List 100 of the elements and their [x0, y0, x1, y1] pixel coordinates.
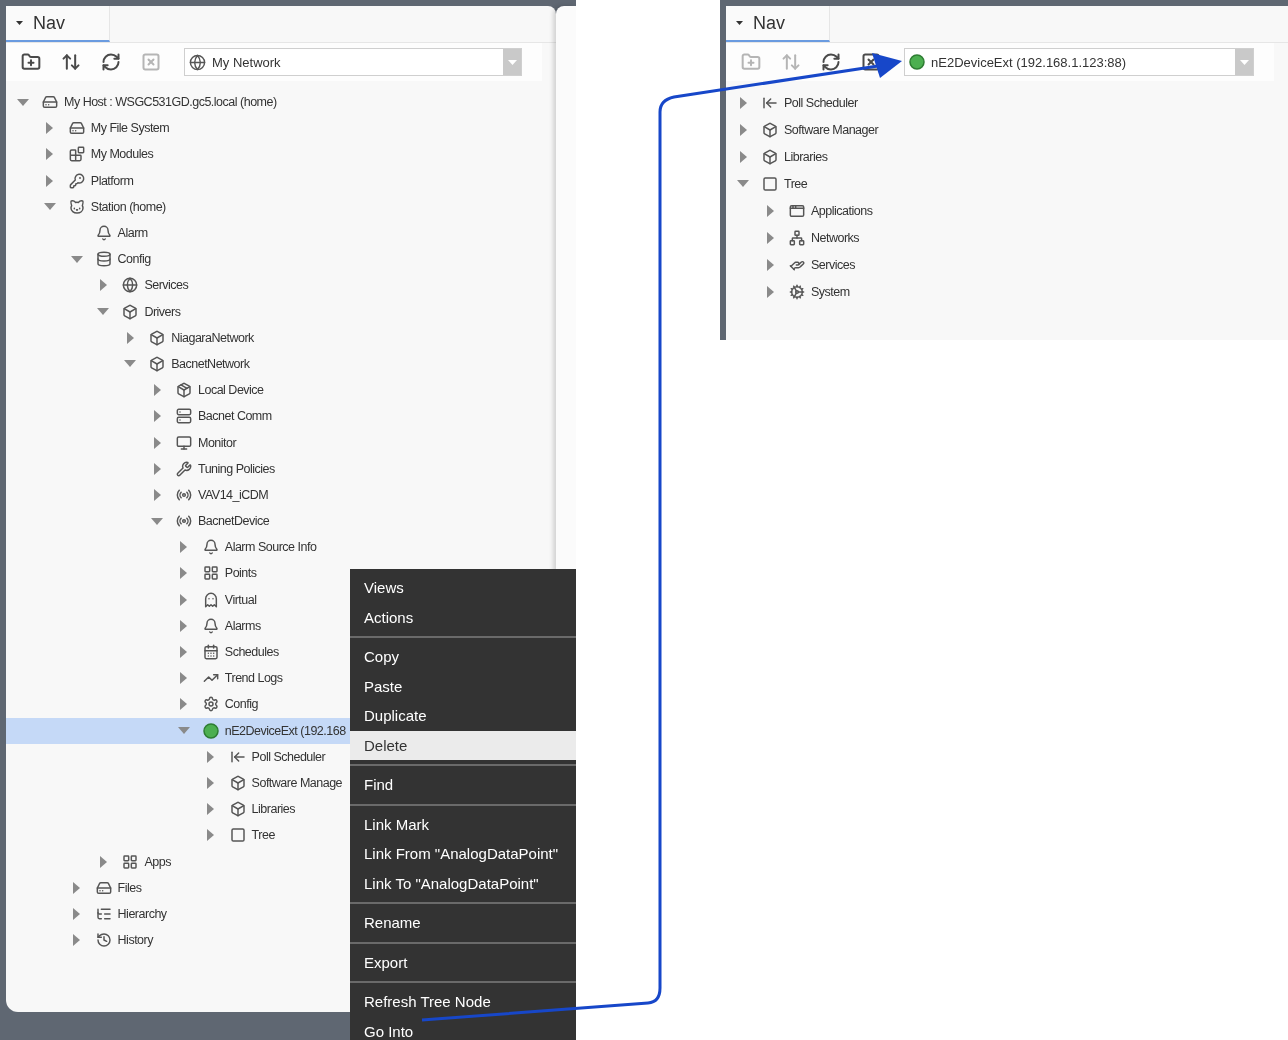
- collapse-arrow-icon[interactable]: [70, 255, 83, 263]
- expand-arrow-icon[interactable]: [739, 150, 747, 163]
- expand-arrow-icon[interactable]: [73, 881, 81, 894]
- tree-item[interactable]: Poll Scheduler: [726, 89, 1288, 116]
- tree-item[interactable]: Alarm: [6, 219, 556, 247]
- box-icon: [762, 148, 778, 165]
- menu-item[interactable]: Actions: [350, 602, 576, 632]
- expand-arrow-icon[interactable]: [126, 331, 134, 344]
- tree-item[interactable]: BacnetDevice: [6, 508, 556, 535]
- tree-item[interactable]: Station (home): [6, 193, 556, 220]
- tree-item[interactable]: Local Device: [6, 377, 556, 404]
- tree-item[interactable]: Software Manager: [726, 116, 1288, 143]
- expand-arrow-icon[interactable]: [207, 829, 215, 842]
- expand-arrow-icon[interactable]: [73, 934, 81, 947]
- expand-arrow-icon[interactable]: [99, 855, 107, 868]
- gear-icon: [202, 696, 219, 713]
- expand-arrow-icon[interactable]: [766, 231, 774, 244]
- tree-item[interactable]: Drivers: [6, 298, 556, 325]
- menu-item[interactable]: Views: [350, 573, 576, 603]
- tree-item[interactable]: Monitor: [6, 429, 556, 456]
- box-icon: [149, 329, 166, 346]
- hard-drive-icon: [95, 879, 112, 896]
- package-icon: [176, 382, 192, 399]
- menu-item[interactable]: Link To "AnalogDataPoint": [350, 868, 576, 898]
- database-icon: [95, 251, 112, 268]
- expand-arrow-icon[interactable]: [180, 646, 188, 659]
- menu-item[interactable]: Copy: [350, 642, 576, 672]
- menu-item[interactable]: Link From "AnalogDataPoint": [350, 839, 576, 869]
- collapse-arrow-icon[interactable]: [737, 180, 749, 187]
- collapse-arrow-icon[interactable]: [124, 360, 137, 368]
- expand-arrow-icon[interactable]: [207, 803, 215, 816]
- tree-item[interactable]: Services: [6, 272, 556, 299]
- collapse-arrow-icon[interactable]: [43, 203, 56, 211]
- menu-item[interactable]: Refresh Tree Node: [350, 987, 576, 1017]
- tree-item[interactable]: VAV14_iCDM: [6, 481, 556, 508]
- collapse-arrow-icon[interactable]: [97, 308, 110, 316]
- box-icon: [149, 355, 166, 372]
- collapse-arrow-icon[interactable]: [17, 98, 29, 106]
- expand-arrow-icon[interactable]: [46, 174, 54, 187]
- tree-item[interactable]: My Host : WSGC531GD.gc5.local (home): [6, 89, 556, 116]
- collapse-arrow-icon[interactable]: [151, 517, 163, 525]
- dropdown-arrow-icon[interactable]: [507, 59, 517, 65]
- tree-item[interactable]: Tree: [726, 170, 1288, 197]
- expand-arrow-icon[interactable]: [207, 776, 215, 789]
- tree-item[interactable]: My Modules: [6, 141, 556, 168]
- expand-arrow-icon[interactable]: [180, 593, 188, 606]
- tree-item[interactable]: Alarm Source Info: [6, 534, 556, 561]
- expand-arrow-icon[interactable]: [153, 384, 161, 397]
- nav-tab[interactable]: Nav: [726, 6, 830, 42]
- collapse-arrow-icon[interactable]: [177, 727, 190, 735]
- expand-arrow-icon[interactable]: [180, 698, 188, 711]
- menu-item[interactable]: Link Mark: [350, 809, 576, 839]
- location-combo[interactable]: nE2DeviceExt (192.168.1.123:88): [904, 48, 1254, 76]
- expand-arrow-icon[interactable]: [73, 907, 81, 920]
- grid-icon: [202, 565, 219, 582]
- menu-item[interactable]: Go Into: [350, 1016, 576, 1040]
- expand-arrow-icon[interactable]: [207, 750, 215, 763]
- expand-arrow-icon[interactable]: [180, 619, 188, 632]
- tree-item[interactable]: Libraries: [726, 143, 1288, 170]
- tree-item[interactable]: Services: [726, 251, 1288, 278]
- grid-icon: [122, 853, 139, 870]
- tree-item[interactable]: Networks: [726, 224, 1288, 251]
- expand-arrow-icon[interactable]: [46, 122, 54, 135]
- expand-arrow-icon[interactable]: [153, 462, 161, 475]
- caret-icon: [736, 21, 743, 25]
- menu-item[interactable]: Paste: [350, 671, 576, 701]
- key-icon: [68, 172, 85, 189]
- expand-arrow-icon[interactable]: [180, 672, 188, 685]
- tree-item[interactable]: BacnetNetwork: [6, 350, 556, 378]
- history-icon: [95, 932, 112, 949]
- expand-arrow-icon[interactable]: [739, 96, 747, 109]
- expand-arrow-icon[interactable]: [153, 488, 161, 501]
- tree-item[interactable]: System: [726, 278, 1288, 305]
- expand-arrow-icon[interactable]: [766, 204, 774, 217]
- expand-arrow-icon[interactable]: [46, 148, 54, 161]
- wrench-icon: [176, 460, 192, 477]
- nav-tab[interactable]: Nav: [6, 6, 110, 42]
- expand-arrow-icon[interactable]: [153, 410, 161, 423]
- tree-item[interactable]: Platform: [6, 167, 556, 194]
- tree-item[interactable]: Applications: [726, 197, 1288, 224]
- calendar-icon: [202, 644, 219, 661]
- menu-item[interactable]: Delete: [350, 730, 576, 760]
- globe-icon: [122, 277, 139, 294]
- expand-arrow-icon[interactable]: [99, 279, 107, 292]
- tree-item[interactable]: My File System: [6, 115, 556, 142]
- box-icon: [122, 303, 139, 320]
- tree-item[interactable]: Bacnet Comm: [6, 403, 556, 430]
- expand-arrow-icon[interactable]: [153, 436, 161, 449]
- tree-item[interactable]: NiagaraNetwork: [6, 324, 556, 351]
- expand-arrow-icon[interactable]: [180, 567, 188, 580]
- expand-arrow-icon[interactable]: [739, 123, 747, 136]
- location-combo[interactable]: My Network: [184, 48, 522, 76]
- menu-item[interactable]: Find: [350, 770, 576, 800]
- square-icon: [229, 827, 246, 844]
- expand-arrow-icon[interactable]: [766, 258, 774, 271]
- tree-item[interactable]: Tuning Policies: [6, 455, 556, 482]
- tree-item[interactable]: Config: [6, 246, 556, 273]
- dropdown-arrow-icon[interactable]: [1239, 59, 1249, 65]
- expand-arrow-icon[interactable]: [180, 541, 188, 554]
- expand-arrow-icon[interactable]: [766, 285, 774, 298]
